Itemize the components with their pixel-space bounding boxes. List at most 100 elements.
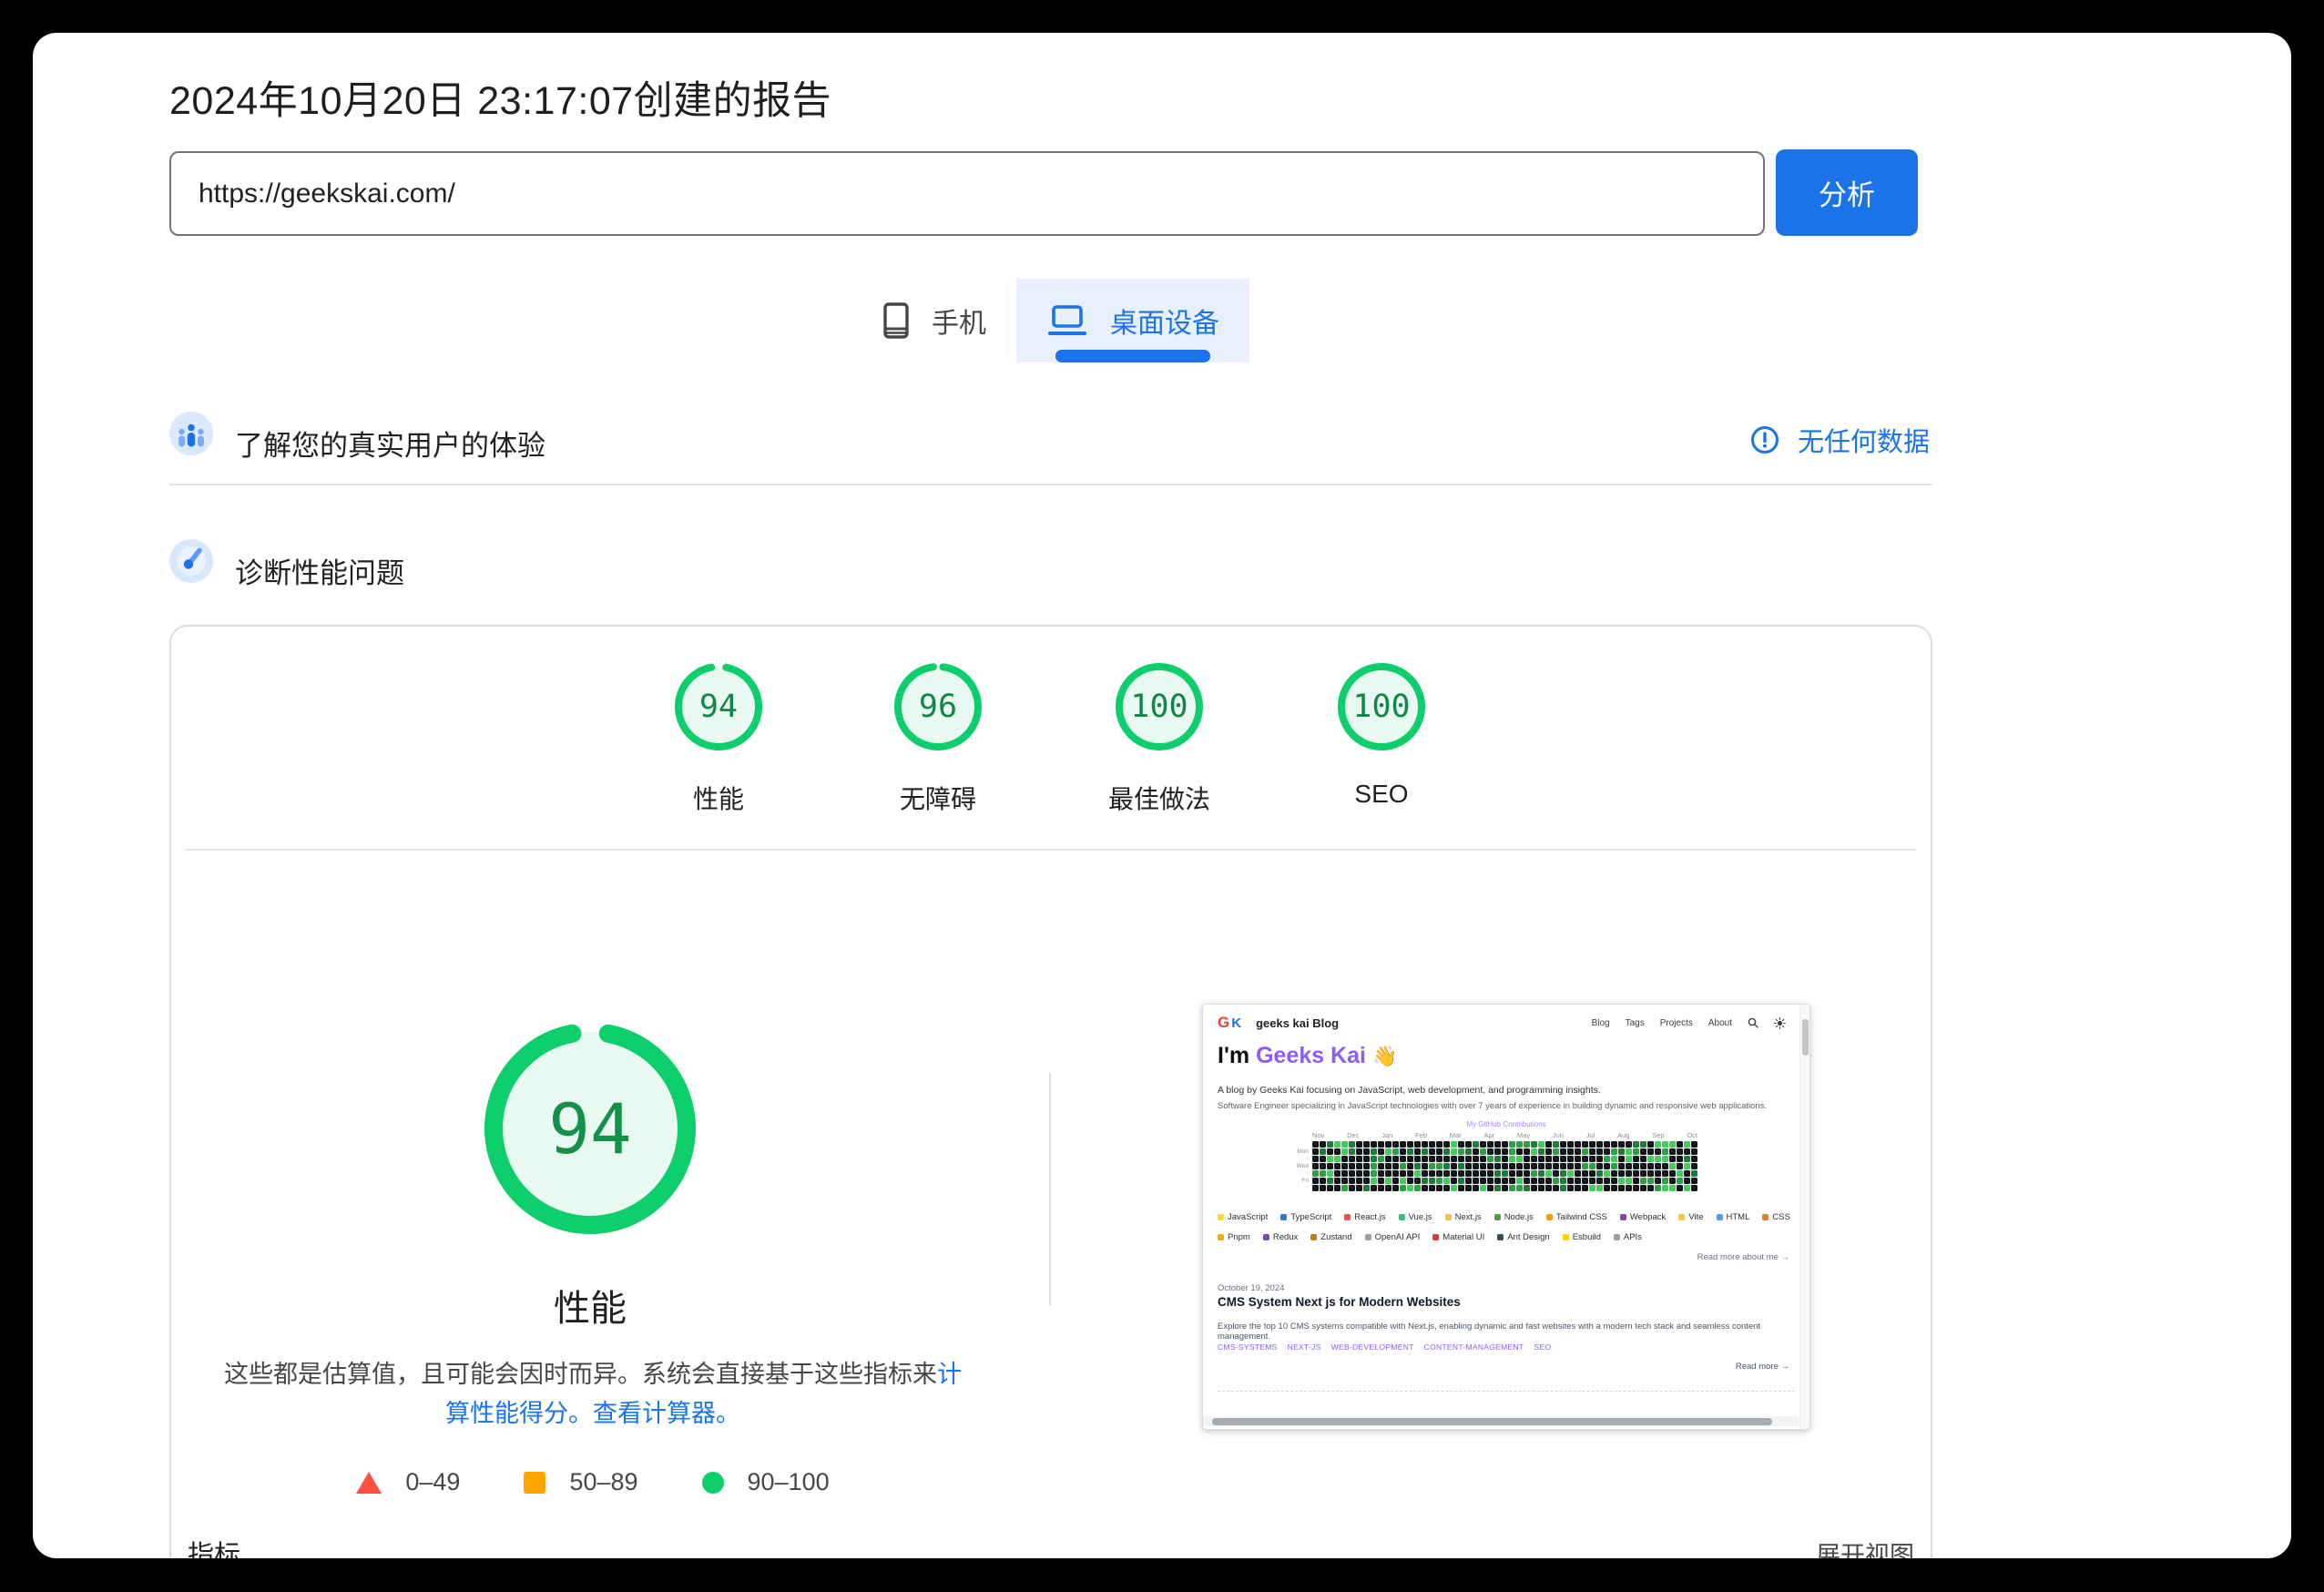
score-value: 100 xyxy=(1116,663,1203,750)
tech-tag-icon xyxy=(1614,1234,1620,1240)
site-logo: G xyxy=(1218,1014,1229,1032)
tab-desktop-label: 桌面设备 xyxy=(1110,301,1219,341)
thumb-intro-1: A blog by Geeks Kai focusing on JavaScri… xyxy=(1218,1085,1601,1096)
thumb-nav-about: About xyxy=(1708,1018,1732,1028)
tech-tag: Pnpm xyxy=(1218,1232,1250,1242)
thumb-horizontal-scrollbar xyxy=(1203,1416,1799,1426)
performance-gauge-label: 性能 xyxy=(408,1279,772,1332)
thumb-nav-blog: Blog xyxy=(1592,1018,1610,1028)
tech-tag-icon xyxy=(1344,1214,1351,1220)
tech-tag-icon xyxy=(1678,1214,1685,1220)
hero-name: Geeks Kai xyxy=(1256,1043,1366,1068)
tab-desktop[interactable]: 桌面设备 xyxy=(1016,279,1249,362)
tech-tag-icon xyxy=(1762,1214,1768,1220)
tech-tag: CSS xyxy=(1762,1212,1790,1222)
tech-tag: Node.js xyxy=(1494,1212,1534,1222)
average-square-icon xyxy=(524,1472,545,1494)
contributions-months: NovDecJanFebMarAprMayJunJulAugSepOct xyxy=(1312,1131,1697,1139)
tech-tag: TypeScript xyxy=(1280,1212,1331,1222)
pass-circle-icon xyxy=(702,1472,724,1494)
section-field-data-title: 了解您的真实用户的体验 xyxy=(235,423,545,464)
thumb-nav: Blog Tags Projects About xyxy=(1592,1017,1786,1029)
post-tag: CMS-SYSTEMS xyxy=(1218,1342,1278,1352)
metrics-section-title: 指标 xyxy=(188,1534,240,1558)
tech-tag: Ant Design xyxy=(1497,1232,1549,1242)
thumb-nav-tags: Tags xyxy=(1626,1018,1645,1028)
tech-tag: Esbuild xyxy=(1563,1232,1601,1242)
see-calculator-link[interactable]: 查看计算器。 xyxy=(593,1400,740,1427)
card-divider xyxy=(186,849,1916,851)
tech-tag: Zustand xyxy=(1310,1232,1351,1242)
score-legend: 0–49 50–89 90–100 xyxy=(215,1468,971,1496)
site-logo-k: K xyxy=(1231,1015,1241,1031)
tech-tag-icon xyxy=(1218,1214,1224,1220)
legend-average: 50–89 xyxy=(524,1468,637,1496)
no-data-label: 无任何数据 xyxy=(1798,421,1930,459)
contributions-heatmap xyxy=(1312,1141,1697,1191)
score-label: 性能 xyxy=(627,780,810,816)
score-value: 96 xyxy=(894,663,982,750)
post-tag: WEB-DEVELOPMENT xyxy=(1331,1342,1414,1352)
site-screenshot-thumbnail: G K geeks kai Blog Blog Tags Projects Ab… xyxy=(1202,1004,1810,1430)
gauge-thumbnail-divider xyxy=(1049,1073,1051,1305)
wave-emoji: 👋 xyxy=(1372,1045,1397,1067)
legend-range: 90–100 xyxy=(748,1468,830,1496)
info-alert-icon xyxy=(1750,425,1779,454)
score-label: 无障碍 xyxy=(847,780,1029,816)
search-icon xyxy=(1748,1017,1758,1028)
score-value: 94 xyxy=(675,663,762,750)
thumb-vertical-scrollbar xyxy=(1799,1005,1809,1429)
post-tag: NEXT-JS xyxy=(1288,1342,1321,1352)
theme-sun-icon xyxy=(1774,1017,1786,1029)
url-input[interactable] xyxy=(169,151,1765,236)
thumb-intro-2: Software Engineer specializing in JavaSc… xyxy=(1218,1101,1767,1111)
tab-mobile-label: 手机 xyxy=(932,301,986,341)
tech-tag: Vite xyxy=(1678,1212,1703,1222)
score-accessibility[interactable]: 96 无障碍 xyxy=(847,663,1029,816)
tech-tag-icon xyxy=(1717,1214,1723,1220)
site-name: geeks kai Blog xyxy=(1256,1016,1339,1030)
tech-tag: HTML xyxy=(1717,1212,1750,1222)
disclaimer-text: 这些都是估算值，且可能会因时而异。系统会直接基于这些指标来 xyxy=(224,1361,937,1388)
post-title: CMS System Next js for Modern Websites xyxy=(1218,1295,1461,1309)
expand-view-button[interactable]: 展开视图 xyxy=(1816,1536,1914,1558)
diagnose-speed-icon xyxy=(169,539,213,583)
score-label: SEO xyxy=(1290,780,1473,809)
tech-tag-icon xyxy=(1546,1214,1553,1220)
fail-triangle-icon xyxy=(356,1472,382,1494)
legend-range: 0–49 xyxy=(405,1468,460,1496)
score-value: 100 xyxy=(1338,663,1425,750)
tech-tag: Tailwind CSS xyxy=(1546,1212,1607,1222)
page-title: 2024年10月20日 23:17:07创建的报告 xyxy=(169,69,831,126)
analyze-button[interactable]: 分析 xyxy=(1776,149,1918,236)
thumb-header: G K geeks kai Blog Blog Tags Projects Ab… xyxy=(1218,1014,1786,1032)
performance-gauge-value: 94 xyxy=(476,1015,704,1242)
laptop-icon xyxy=(1046,304,1088,337)
tech-tag: Vue.js xyxy=(1399,1212,1432,1222)
score-seo[interactable]: 100 SEO xyxy=(1290,663,1473,809)
tech-tag-icon xyxy=(1432,1234,1439,1240)
legend-fail: 0–49 xyxy=(356,1468,460,1496)
tech-tag-icon xyxy=(1494,1214,1501,1220)
hero-prefix: I'm xyxy=(1218,1043,1249,1068)
read-more-about-link: Read more about me → xyxy=(1697,1252,1789,1262)
post-tags: CMS-SYSTEMSNEXT-JSWEB-DEVELOPMENTCONTENT… xyxy=(1218,1342,1551,1352)
performance-gauge: 94 xyxy=(476,1015,704,1242)
tech-tags-row-1: JavaScriptTypeScriptReact.jsVue.jsNext.j… xyxy=(1218,1212,1800,1222)
tech-tag: Redux xyxy=(1263,1232,1298,1242)
section-divider xyxy=(169,484,1932,485)
tech-tags-row-2: PnpmReduxZustandOpenAI APIMaterial UIAnt… xyxy=(1218,1232,1800,1242)
tech-tag-icon xyxy=(1365,1234,1371,1240)
tab-mobile[interactable]: 手机 xyxy=(852,279,1016,362)
tech-tag-icon xyxy=(1445,1214,1452,1220)
score-performance[interactable]: 94 性能 xyxy=(627,663,810,816)
tech-tag: Next.js xyxy=(1445,1212,1482,1222)
tech-tag: OpenAI API xyxy=(1365,1232,1421,1242)
tech-tag-icon xyxy=(1497,1234,1503,1240)
lighthouse-report-card: 94 性能 96 无障碍 100 最佳做法 xyxy=(169,625,1932,1558)
tech-tag: Webpack xyxy=(1620,1212,1666,1222)
phone-icon xyxy=(882,301,910,340)
legend-pass: 90–100 xyxy=(702,1468,830,1496)
no-data-link[interactable]: 无任何数据 xyxy=(1750,421,1942,459)
score-best-practices[interactable]: 100 最佳做法 xyxy=(1068,663,1250,816)
